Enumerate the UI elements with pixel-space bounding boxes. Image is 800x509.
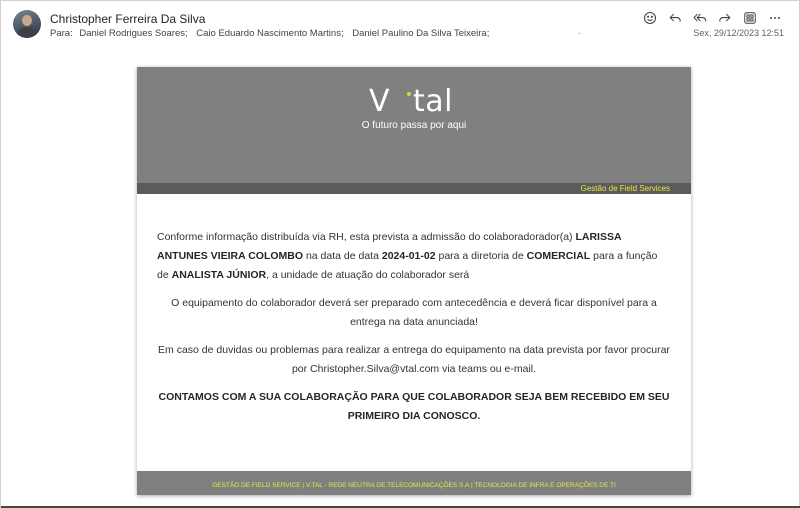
message-timestamp: Sex, 29/12/2023 12:51 — [693, 28, 784, 38]
svg-text:V: V — [369, 84, 390, 116]
recipient-overflow-mark: - — [578, 28, 582, 39]
emoji-reaction-button[interactable] — [637, 9, 662, 27]
admission-paragraph: Conforme informação distribuída via RH, … — [157, 228, 671, 285]
recipient-2[interactable]: Caio Eduardo Nascimento Martins; — [196, 28, 343, 39]
vtal-logo: V tal — [369, 84, 461, 119]
email-body-card: V tal O futuro passa por aqui Gestão de … — [137, 67, 691, 495]
email-reading-pane: Christopher Ferreira Da Silva Para: Dani… — [0, 0, 800, 509]
emoji-icon — [643, 11, 656, 25]
recipient-3[interactable]: Daniel Paulino Da Silva Teixeira; — [352, 28, 489, 39]
message-actions — [637, 9, 787, 27]
para1-text-2: na data de data — [303, 250, 382, 262]
reply-button[interactable] — [662, 9, 687, 27]
reply-all-button[interactable] — [687, 9, 712, 27]
vtal-logo-mark: V tal — [369, 84, 453, 119]
para1-text-1: Conforme informação distribuída via RH, … — [157, 231, 576, 243]
reply-all-icon — [692, 13, 706, 22]
reply-icon — [668, 13, 681, 22]
closing-paragraph: CONTAMOS COM A SUA COLABORAÇÃO PARA QUE … — [158, 391, 670, 422]
forward-icon — [718, 13, 731, 22]
svg-text:tal: tal — [413, 84, 453, 116]
message-header: Christopher Ferreira Da Silva Para: Dani… — [1, 1, 800, 51]
department-bar: Gestão de Field Services — [137, 183, 691, 194]
role-name: ANALISTA JÚNIOR — [171, 269, 267, 281]
more-options-button[interactable] — [762, 9, 787, 27]
avatar-body — [17, 27, 37, 38]
email-banner: V tal O futuro passa por aqui — [137, 67, 691, 183]
email-content: Conforme informação distribuída via RH, … — [157, 228, 671, 426]
forward-button[interactable] — [712, 9, 737, 27]
to-label: Para: — [50, 28, 73, 39]
equipment-paragraph: O equipamento do colaborador deverá ser … — [171, 297, 657, 328]
apps-icon — [743, 12, 756, 24]
email-footer: GESTÃO DE FIELD SERVICE | V.TAL - REDE N… — [137, 471, 691, 495]
board-name: COMERCIAL — [526, 250, 591, 262]
recipient-line: Para: Daniel Rodrigues Soares; Caio Edua… — [50, 28, 587, 39]
recipient-1[interactable]: Daniel Rodrigues Soares; — [79, 28, 187, 39]
more-icon — [769, 17, 780, 19]
admission-date: 2024-01-02 — [381, 250, 436, 262]
window-bottom-edge — [1, 506, 800, 508]
logo-accent-dot — [407, 92, 411, 96]
brand-tagline: O futuro passa por aqui — [361, 120, 467, 131]
apps-button[interactable] — [737, 9, 762, 27]
para1-text-5: , a unidade de atuação do colaborador se… — [266, 269, 470, 281]
avatar-head — [22, 15, 32, 26]
contact-paragraph: Em caso de duvidas ou problemas para rea… — [158, 344, 670, 375]
sender-name[interactable]: Christopher Ferreira Da Silva — [50, 12, 205, 26]
department-label: Gestão de Field Services — [580, 184, 670, 193]
footer-text: GESTÃO DE FIELD SERVICE | V.TAL - REDE N… — [212, 482, 616, 489]
avatar[interactable] — [13, 10, 41, 38]
para1-text-3: para a diretoria de — [435, 250, 527, 262]
